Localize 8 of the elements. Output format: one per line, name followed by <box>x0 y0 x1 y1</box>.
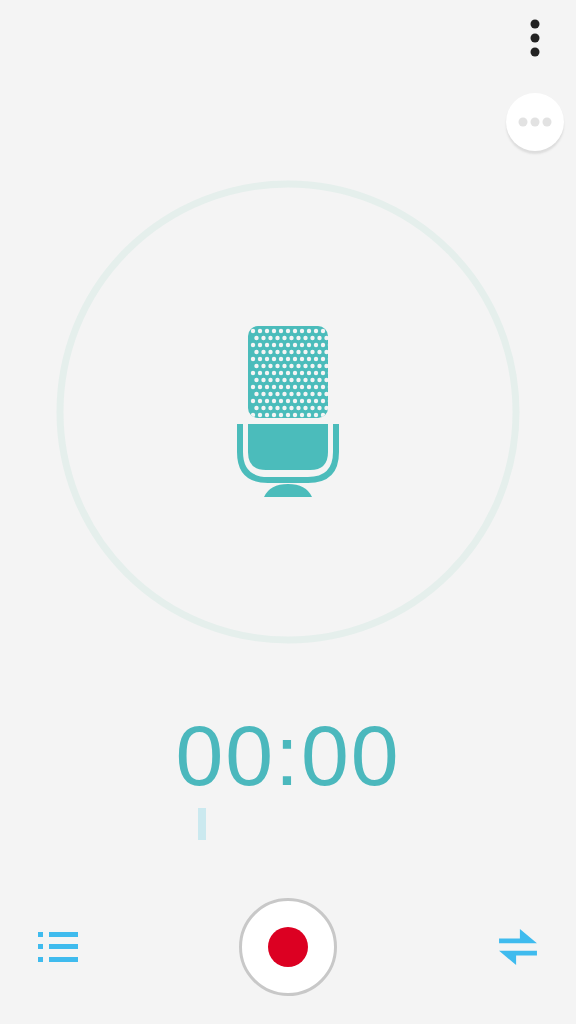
swap-icon[interactable] <box>498 929 538 965</box>
level-bar-icon <box>198 808 206 840</box>
timer: 00:00 <box>174 706 402 804</box>
record-icon <box>268 927 308 967</box>
more-options-icon[interactable] <box>530 19 540 57</box>
list-icon[interactable] <box>38 929 78 965</box>
ellipsis-icon <box>518 117 552 127</box>
more-button[interactable] <box>506 93 564 151</box>
